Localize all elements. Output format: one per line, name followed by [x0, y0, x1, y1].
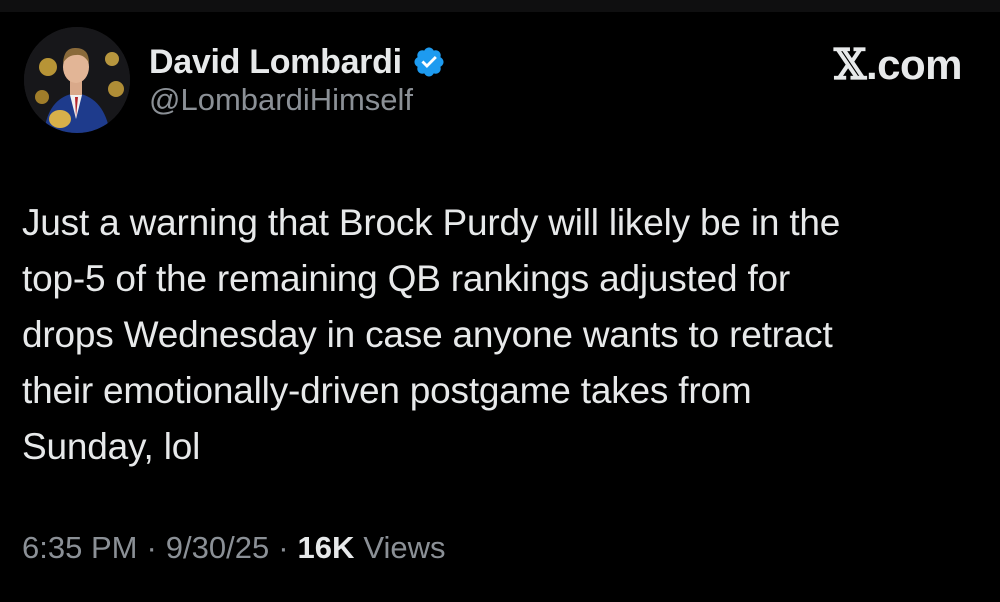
meta-separator: · — [146, 530, 157, 565]
tweet-meta: 6:35 PM · 9/30/25 · 16K Views — [22, 530, 446, 566]
tweet-date[interactable]: 9/30/25 — [166, 530, 269, 566]
author-display-name[interactable]: David Lombardi — [149, 43, 402, 82]
verified-badge-icon — [412, 45, 446, 79]
x-com-logo: 𝕏.com — [833, 40, 963, 89]
views-label: Views — [363, 530, 446, 565]
brand-suffix: .com — [865, 41, 963, 88]
x-logo-icon: 𝕏 — [833, 40, 867, 89]
author-handle[interactable]: @LombardiHimself — [149, 82, 413, 118]
tweet-time[interactable]: 6:35 PM — [22, 530, 137, 566]
tweet-text: Just a warning that Brock Purdy will lik… — [22, 202, 841, 467]
author-name-row: David Lombardi — [149, 40, 446, 84]
views-count: 16K — [297, 530, 355, 565]
top-bar — [0, 0, 1000, 12]
meta-separator: · — [278, 530, 289, 565]
avatar[interactable] — [24, 27, 130, 133]
